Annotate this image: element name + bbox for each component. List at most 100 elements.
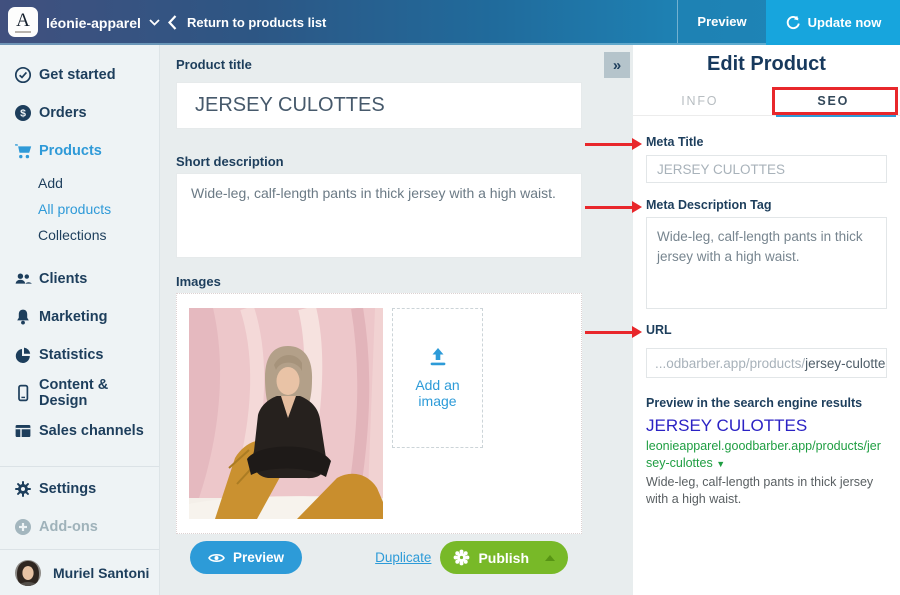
sidebar-divider — [0, 466, 159, 467]
users-icon — [13, 269, 33, 289]
serp-result-url: leonieapparel.goodbarber.app/products/je… — [646, 438, 887, 472]
meta-description-label: Meta Description Tag — [646, 198, 887, 212]
phone-icon — [13, 383, 33, 403]
publish-button[interactable]: Publish — [440, 541, 568, 574]
product-title-label: Product title — [176, 57, 582, 72]
product-photo[interactable] — [189, 308, 383, 519]
preview-topbar-label: Preview — [697, 14, 746, 29]
sidebar-item-label: Clients — [39, 271, 87, 287]
sidebar: Get started $ Orders Products Add All pr… — [0, 45, 160, 595]
sidebar-item-marketing[interactable]: Marketing — [0, 298, 159, 336]
subitem-label: Add — [38, 175, 63, 191]
sidebar-item-get-started[interactable]: Get started — [0, 56, 159, 94]
short-description-label: Short description — [176, 154, 582, 169]
sidebar-subitem-all-products[interactable]: All products — [0, 196, 159, 222]
gear-icon — [13, 479, 33, 499]
sidebar-item-add-ons[interactable]: Add-ons — [0, 508, 159, 546]
serp-heading: Preview in the search engine results — [646, 396, 887, 410]
sidebar-item-settings[interactable]: Settings — [0, 470, 159, 508]
sidebar-item-label: Settings — [39, 481, 96, 497]
sidebar-item-label: Sales channels — [39, 423, 144, 439]
url-label: URL — [646, 323, 887, 337]
meta-title-label: Meta Title — [646, 135, 887, 149]
check-circle-icon — [13, 65, 33, 85]
back-label: Return to products list — [187, 15, 326, 30]
badge-icon — [453, 549, 470, 566]
serp-url-text: leonieapparel.goodbarber.app/products/je… — [646, 439, 881, 470]
app-name: léonie-apparel — [46, 15, 141, 31]
annotation-arrow-meta-title — [585, 143, 633, 146]
refresh-icon — [785, 15, 801, 31]
subitem-label: Collections — [38, 227, 106, 243]
serp-preview: Preview in the search engine results JER… — [646, 396, 887, 508]
sidebar-item-products[interactable]: Products — [0, 132, 159, 170]
dollar-icon: $ — [13, 103, 33, 123]
sidebar-item-label: Statistics — [39, 347, 103, 363]
collapse-panel-button[interactable]: » — [604, 52, 630, 78]
sidebar-item-label: Add-ons — [39, 519, 98, 535]
active-tab-underline — [776, 114, 896, 117]
publish-label: Publish — [478, 550, 529, 566]
meta-title-input[interactable]: JERSEY CULOTTES — [646, 155, 887, 183]
product-form: » Product title JERSEY CULOTTES Short de… — [160, 45, 633, 595]
cart-icon — [13, 141, 33, 161]
eye-icon — [208, 552, 225, 564]
app-switcher[interactable]: léonie-apparel — [46, 0, 160, 45]
sidebar-subitem-collections[interactable]: Collections — [0, 222, 159, 248]
sidebar-item-label: Content & Design — [39, 377, 159, 409]
pie-chart-icon — [13, 345, 33, 365]
product-title-value: JERSEY CULOTTES — [195, 94, 385, 117]
plus-circle-icon — [13, 517, 33, 537]
user-name: Muriel Santoni — [53, 565, 149, 581]
serp-result-title: JERSEY CULOTTES — [646, 416, 887, 436]
url-slug: jersey-culottes — [805, 356, 887, 371]
app-logo[interactable]: A — [8, 7, 38, 37]
bell-icon — [13, 307, 33, 327]
url-prefix: ...odbarber.app/products/ — [655, 356, 805, 371]
sidebar-item-content-design[interactable]: Content & Design — [0, 374, 159, 412]
images-card: Add an image — [176, 293, 582, 534]
tab-info[interactable]: INFO — [633, 88, 767, 115]
sidebar-item-label: Products — [39, 143, 102, 159]
panel-title: Edit Product — [633, 53, 900, 76]
seo-tab-content: Meta Title JERSEY CULOTTES Meta Descript… — [633, 135, 900, 508]
user-menu[interactable]: Muriel Santoni — [0, 549, 159, 595]
edit-product-panel: Edit Product INFO SEO Meta Title JERSEY … — [633, 45, 900, 595]
update-now-button[interactable]: Update now — [766, 0, 900, 45]
preview-topbar-button[interactable]: Preview — [677, 0, 766, 43]
serp-caret-down-icon: ▼ — [716, 459, 725, 469]
panel-tabs: INFO SEO — [633, 88, 900, 116]
svg-text:$: $ — [20, 108, 26, 120]
product-title-input[interactable]: JERSEY CULOTTES — [176, 82, 582, 129]
images-label: Images — [176, 274, 582, 289]
short-description-textarea[interactable]: Wide-leg, calf-length pants in thick jer… — [176, 173, 582, 258]
browser-icon — [13, 421, 33, 441]
sidebar-item-sales-channels[interactable]: Sales channels — [0, 412, 159, 450]
preview-product-button[interactable]: Preview — [190, 541, 302, 574]
duplicate-link[interactable]: Duplicate — [375, 550, 431, 565]
sidebar-item-orders[interactable]: $ Orders — [0, 94, 159, 132]
tab-seo[interactable]: SEO — [767, 88, 900, 115]
meta-description-textarea[interactable]: Wide-leg, calf-length pants in thick jer… — [646, 217, 887, 309]
chevron-down-icon — [149, 19, 160, 26]
annotation-arrow-url — [585, 331, 633, 334]
sidebar-subitem-add[interactable]: Add — [0, 170, 159, 196]
preview-label: Preview — [233, 550, 284, 565]
sidebar-item-label: Orders — [39, 105, 87, 121]
sidebar-item-clients[interactable]: Clients — [0, 260, 159, 298]
url-input[interactable]: ...odbarber.app/products/jersey-culottes — [646, 348, 887, 378]
update-now-label: Update now — [808, 15, 882, 30]
add-image-label: Add an image — [399, 377, 476, 409]
top-bar: A léonie-apparel Return to products list… — [0, 0, 900, 45]
logo-caption — [15, 31, 31, 33]
add-image-dropzone[interactable]: Add an image — [392, 308, 483, 448]
back-to-products-link[interactable]: Return to products list — [168, 0, 326, 45]
product-actions: Preview Duplicate Publish — [176, 541, 582, 574]
logo-letter: A — [16, 12, 30, 29]
sidebar-item-label: Get started — [39, 67, 116, 83]
serp-result-description: Wide-leg, calf-length pants in thick jer… — [646, 474, 887, 508]
sidebar-item-statistics[interactable]: Statistics — [0, 336, 159, 374]
double-chevron-right-icon: » — [613, 57, 621, 74]
chevron-left-icon — [168, 15, 177, 30]
meta-title-placeholder: JERSEY CULOTTES — [657, 162, 785, 177]
